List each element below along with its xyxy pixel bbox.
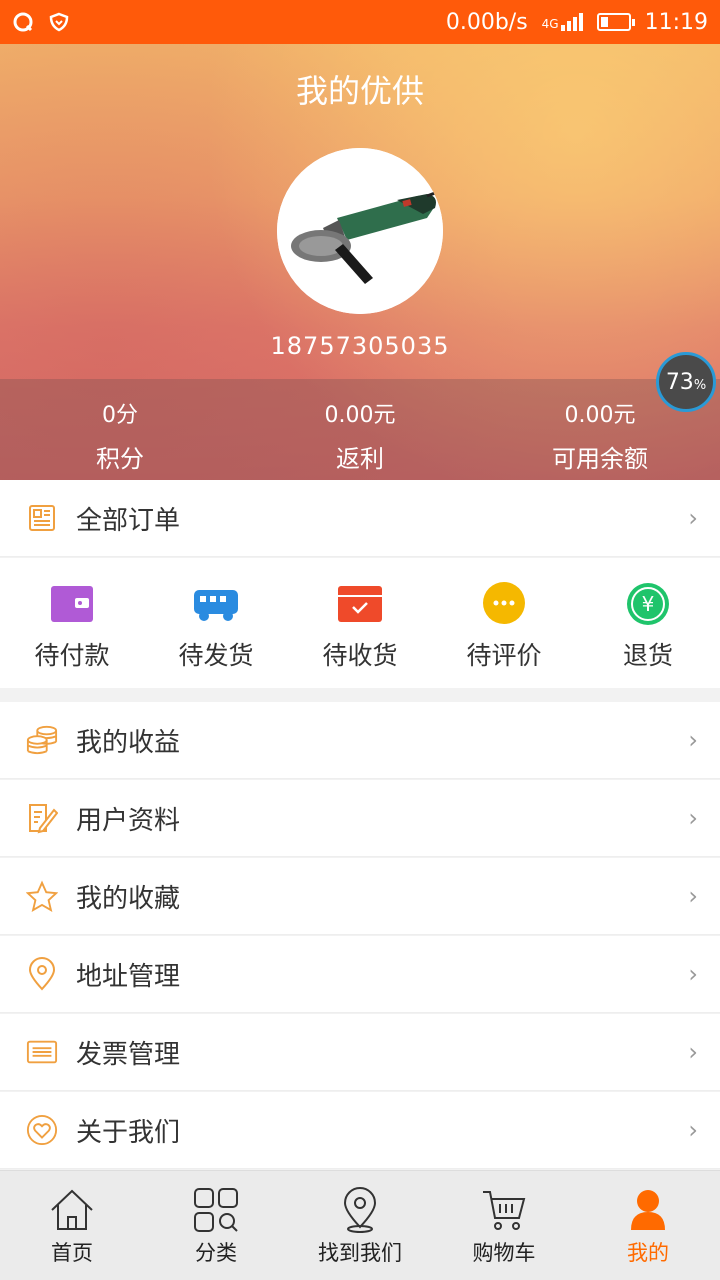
menu-item-label: 用户资料 [76,805,181,836]
progress-unit: % [693,377,707,393]
cart-icon [483,1191,526,1230]
menu-item-favorites[interactable]: 我的收藏 › [0,858,720,935]
all-orders-row[interactable]: 全部订单 › [0,480,720,557]
user-phone: 18757305035 [270,332,450,360]
all-orders-label: 全部订单 [76,505,181,536]
status-bar: 0.00b/s 4G 11:19 [0,0,720,44]
box-icon [338,586,382,622]
nav-label: 找到我们 [318,1241,402,1265]
pending-shipment-label: 待发货 [178,641,254,670]
progress-badge[interactable]: 73% [656,352,716,412]
net-speed: 0.00b/s [445,9,528,35]
wallet-icon [51,586,93,622]
invoice-icon [26,1040,58,1064]
chevron-right-icon: › [688,882,698,910]
account-stats: 0分 积分 0.00元 返利 0.00元 可用余额 [0,379,720,480]
pending-payment-button[interactable]: 待付款 [0,558,144,688]
nav-home[interactable]: 首页 [0,1171,144,1280]
nav-category[interactable]: 分类 [144,1171,288,1280]
points-stat[interactable]: 0分 积分 [0,379,240,480]
menu-item-label: 我的收藏 [76,883,181,914]
order-status-bar: 待付款 待发货 待收货 待评价 ¥ 退货 [0,558,720,688]
nav-find-us[interactable]: 找到我们 [288,1171,432,1280]
nav-label: 购物车 [472,1241,536,1265]
profile-header: 我的优供 18757305035 0分 积分 0.00元 返利 0.00元 可用… [0,44,720,480]
bottom-nav: 首页 分类 找到我们 购物车 我的 [0,1170,720,1280]
rebate-label: 返利 [336,445,384,473]
menu-item-profile[interactable]: 用户资料 › [0,780,720,857]
nav-label: 首页 [51,1241,93,1265]
balance-label: 可用余额 [552,445,648,473]
orders-list-icon [26,502,58,534]
truck-icon [194,590,238,621]
pending-payment-label: 待付款 [34,641,110,670]
edit-document-icon [29,804,58,834]
nav-cart[interactable]: 购物车 [432,1171,576,1280]
svg-text:¥: ¥ [642,592,655,616]
shield-heart-icon [49,12,69,32]
angle-grinder-image [277,148,443,314]
pending-receipt-label: 待收货 [322,641,398,670]
home-icon [51,1189,93,1230]
returns-label: 退货 [622,641,673,670]
nav-label: 我的 [627,1241,669,1265]
rebate-stat[interactable]: 0.00元 返利 [240,379,480,480]
chevron-right-icon: › [688,1116,698,1144]
battery-icon [596,13,635,31]
avatar[interactable] [277,148,443,314]
user-icon [631,1190,665,1230]
rebate-value: 0.00元 [324,403,396,428]
points-value: 0分 [102,403,138,428]
returns-button[interactable]: ¥ 退货 [576,558,720,688]
menu-item-earnings[interactable]: 我的收益 › [0,702,720,779]
location-pin-icon [28,957,56,991]
chevron-right-icon: › [688,1038,698,1066]
chevron-right-icon: › [688,960,698,988]
pending-shipment-button[interactable]: 待发货 [144,558,288,688]
nav-label: 分类 [195,1241,237,1265]
yen-icon: ¥ [627,583,669,625]
star-icon [26,880,58,912]
clock: 11:19 [644,9,708,35]
qq-notification-icon [13,12,33,32]
pending-review-label: 待评价 [466,641,542,670]
menu-item-label: 我的收益 [76,727,181,758]
chevron-right-icon: › [688,504,698,532]
chevron-right-icon: › [688,726,698,754]
menu-item-invoice[interactable]: 发票管理 › [0,1014,720,1091]
signal-icon: 4G [542,13,583,31]
page-title: 我的优供 [295,72,424,110]
pending-receipt-button[interactable]: 待收货 [288,558,432,688]
nav-mine[interactable]: 我的 [576,1171,720,1280]
chat-icon [483,582,525,624]
coins-icon [26,725,58,755]
pending-review-button[interactable]: 待评价 [432,558,576,688]
grid-icon [194,1188,238,1232]
points-label: 积分 [96,445,144,473]
menu-item-label: 地址管理 [76,961,181,992]
menu-item-label: 发票管理 [76,1039,181,1070]
chevron-right-icon: › [688,804,698,832]
heart-icon [26,1114,58,1146]
location-pin-icon [343,1187,377,1233]
menu-item-address[interactable]: 地址管理 › [0,936,720,1013]
progress-value: 73 [665,369,694,395]
menu-item-about[interactable]: 关于我们 › [0,1092,720,1169]
menu-item-label: 关于我们 [76,1117,181,1148]
network-type: 4G [541,17,559,31]
